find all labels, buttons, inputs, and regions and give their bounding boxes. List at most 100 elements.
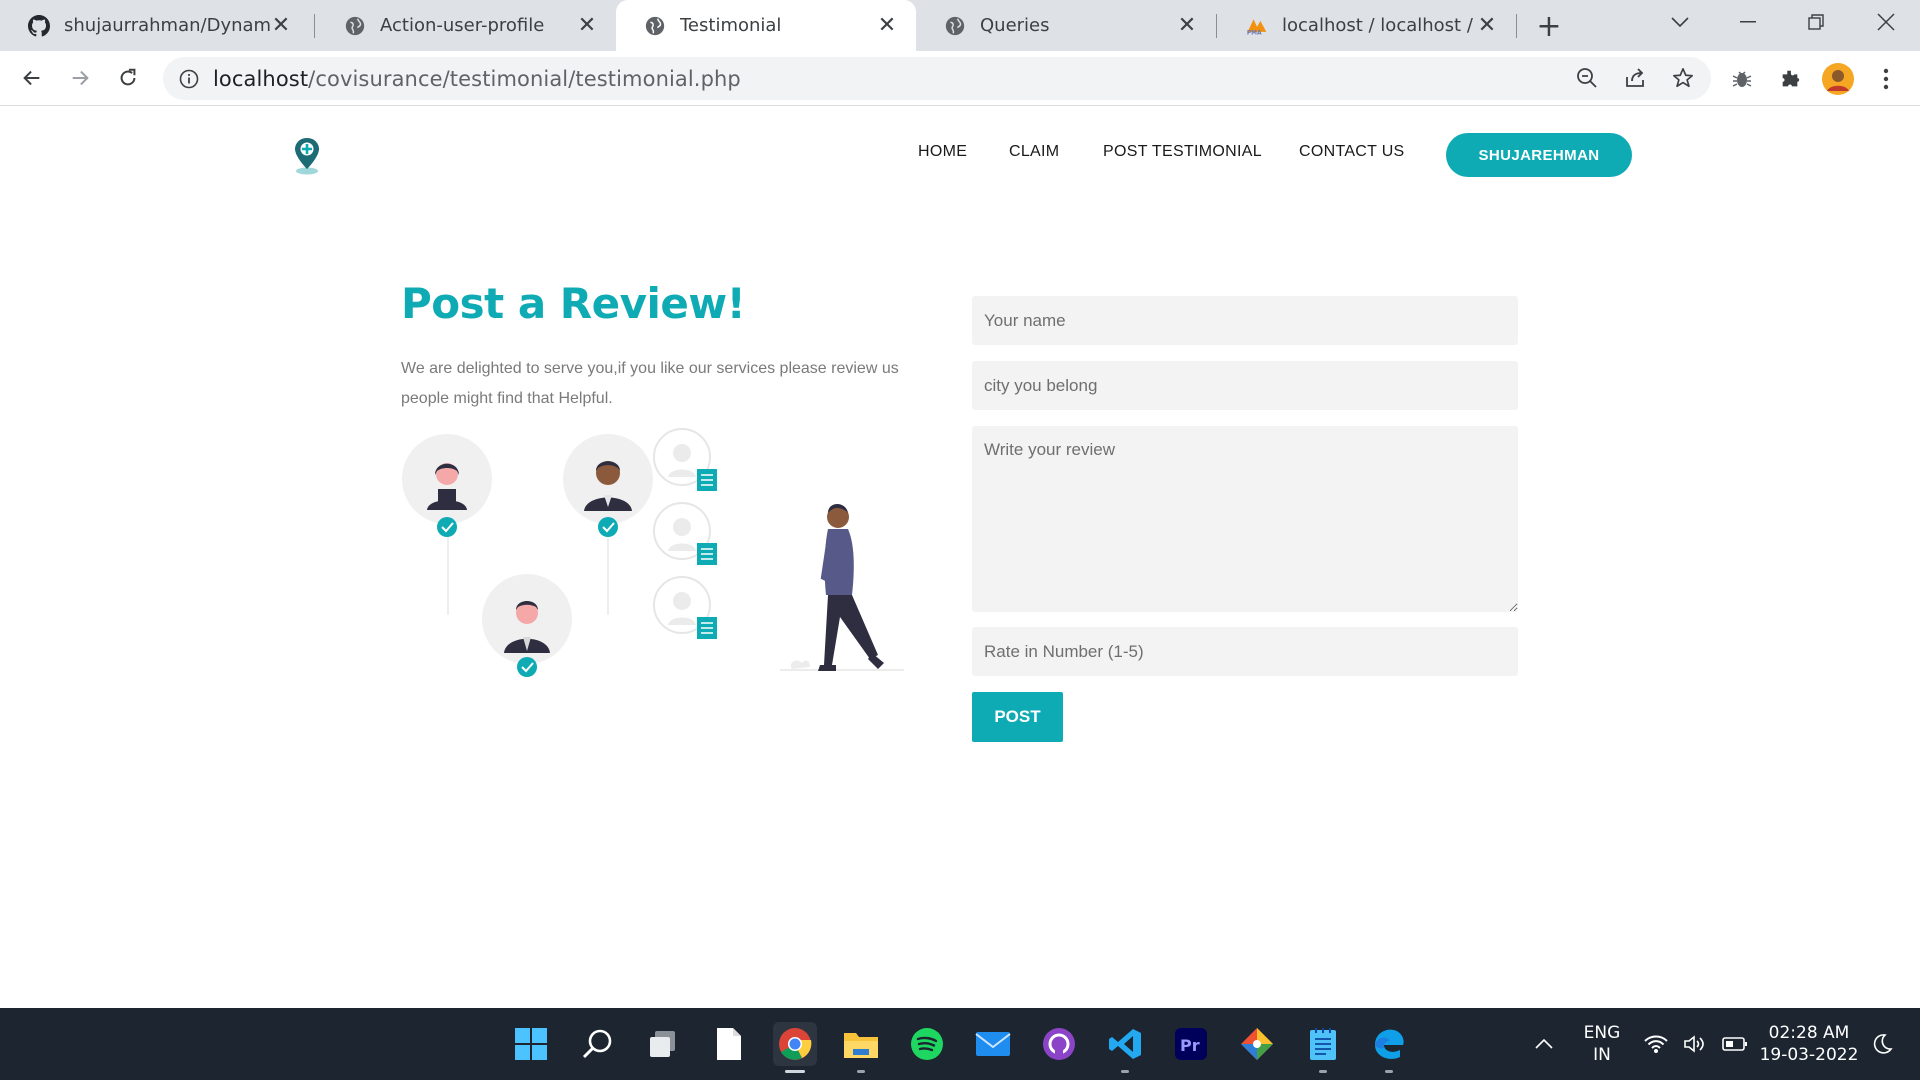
- globe-icon: [644, 15, 666, 37]
- svg-text:Pr: Pr: [1180, 1036, 1200, 1055]
- vscode-icon: [1109, 1029, 1141, 1059]
- show-hidden-icons-button[interactable]: [1522, 1022, 1566, 1066]
- tab-title: Testimonial: [680, 15, 782, 36]
- notepad-file-icon: [717, 1028, 741, 1060]
- spotify-button[interactable]: [905, 1022, 949, 1066]
- chrome-taskbar-button[interactable]: [773, 1022, 817, 1073]
- running-indicator: [857, 1070, 865, 1073]
- edge-button[interactable]: [1367, 1022, 1411, 1073]
- extension-bug-button[interactable]: [1724, 61, 1760, 97]
- close-icon[interactable]: ✕: [576, 13, 598, 38]
- close-icon[interactable]: ✕: [270, 13, 292, 38]
- start-button[interactable]: [509, 1022, 553, 1066]
- premiere-pro-button[interactable]: Pr: [1169, 1022, 1213, 1066]
- zoom-button[interactable]: [1570, 61, 1604, 95]
- notepad-file-button[interactable]: [707, 1022, 751, 1066]
- nav-claim[interactable]: CLAIM: [1009, 143, 1059, 161]
- tab-divider: [1516, 14, 1517, 38]
- url-host: localhost: [213, 66, 309, 91]
- close-window-button[interactable]: [1856, 0, 1916, 44]
- git-icon: [1241, 1028, 1273, 1060]
- github-desktop-button[interactable]: [1037, 1022, 1081, 1066]
- nav-home[interactable]: HOME: [918, 143, 967, 161]
- avatar: [1822, 63, 1854, 95]
- phpmyadmin-icon: PMA: [1246, 15, 1268, 37]
- tab-divider: [314, 14, 315, 38]
- git-button[interactable]: [1235, 1022, 1279, 1066]
- share-button[interactable]: [1618, 61, 1652, 95]
- spotify-icon: [911, 1028, 943, 1060]
- tab-testimonial[interactable]: Testimonial ✕: [616, 0, 916, 51]
- notepad-button[interactable]: [1301, 1022, 1345, 1073]
- vscode-button[interactable]: [1103, 1022, 1147, 1073]
- browser-toolbar: localhost/covisurance/testimonial/testim…: [0, 51, 1920, 106]
- tab-action-user-profile[interactable]: Action-user-profile ✕: [316, 0, 616, 51]
- forward-button[interactable]: [60, 58, 100, 98]
- nav-contact-us[interactable]: CONTACT US: [1299, 143, 1405, 161]
- tab-title: Action-user-profile: [380, 15, 545, 36]
- close-icon[interactable]: ✕: [1476, 13, 1498, 38]
- location-shield-icon: [295, 138, 319, 175]
- volume-icon: [1684, 1035, 1704, 1053]
- notepad-icon: [1310, 1028, 1336, 1060]
- minimize-icon: [1740, 21, 1756, 23]
- tab-queries[interactable]: Queries ✕: [916, 0, 1216, 51]
- start-icon: [515, 1028, 547, 1060]
- back-button[interactable]: [12, 58, 52, 98]
- profile-button[interactable]: [1820, 61, 1856, 97]
- bookmark-button[interactable]: [1666, 61, 1700, 95]
- rating-input[interactable]: [972, 627, 1518, 676]
- chevron-up-icon: [1535, 1038, 1553, 1049]
- clock[interactable]: 02:28 AM 19-03-2022: [1758, 1022, 1860, 1066]
- search-button[interactable]: [575, 1022, 619, 1066]
- restore-button[interactable]: [1786, 0, 1846, 44]
- edge-icon: [1375, 1029, 1404, 1059]
- mail-button[interactable]: [971, 1022, 1015, 1066]
- tab-phpmyadmin[interactable]: PMA localhost / localhost / cov ✕: [1218, 0, 1516, 51]
- file-explorer-icon: [844, 1033, 878, 1058]
- review-entry-2: [653, 502, 717, 565]
- star-icon: [1673, 68, 1693, 88]
- reload-button[interactable]: [108, 58, 148, 98]
- tab-title: shujaurrahman/Dynamic-I: [64, 15, 270, 36]
- github-desktop-icon: [1043, 1028, 1075, 1060]
- task-view-button[interactable]: [641, 1022, 685, 1066]
- quick-settings-button[interactable]: [1636, 1022, 1756, 1066]
- address-bar[interactable]: localhost/covisurance/testimonial/testim…: [163, 57, 1711, 100]
- globe-icon: [344, 15, 366, 37]
- close-icon[interactable]: ✕: [1176, 13, 1198, 38]
- restore-icon: [1808, 14, 1824, 30]
- tab-search-button[interactable]: [1650, 0, 1710, 44]
- chrome-menu-button[interactable]: [1868, 61, 1904, 97]
- info-icon[interactable]: [179, 69, 199, 89]
- walking-person: [780, 504, 904, 671]
- site-logo[interactable]: [293, 137, 321, 177]
- close-icon[interactable]: ✕: [876, 13, 898, 38]
- tab-github[interactable]: shujaurrahman/Dynamic-I ✕: [0, 0, 310, 51]
- minimize-button[interactable]: [1718, 0, 1778, 44]
- nav-post-testimonial[interactable]: POST TESTIMONIAL: [1103, 143, 1262, 161]
- file-explorer-button[interactable]: [839, 1022, 883, 1073]
- running-indicator: [785, 1070, 805, 1073]
- wifi-icon: [1643, 1035, 1668, 1053]
- input-language-indicator[interactable]: ENG IN: [1576, 1022, 1628, 1066]
- city-input[interactable]: [972, 361, 1518, 410]
- name-input[interactable]: [972, 296, 1518, 345]
- url-path: /covisurance/testimonial/testimonial.php: [308, 66, 741, 91]
- tab-divider: [1216, 14, 1217, 38]
- language-text: ENG: [1583, 1023, 1621, 1043]
- new-tab-button[interactable]: +: [1531, 8, 1567, 44]
- extensions-button[interactable]: [1772, 61, 1808, 97]
- user-profile-button[interactable]: SHUJAREHMAN: [1446, 133, 1632, 177]
- running-indicator: [1319, 1070, 1327, 1073]
- bug-icon: [1732, 71, 1752, 87]
- reviewer-avatar-woman: [402, 434, 492, 537]
- post-button[interactable]: POST: [972, 692, 1063, 742]
- task-view-icon: [650, 1031, 675, 1057]
- focus-assist-button[interactable]: [1862, 1022, 1902, 1066]
- chrome-icon: [779, 1028, 812, 1060]
- arrow-right-icon: [72, 70, 89, 86]
- page-description: We are delighted to serve you,if you lik…: [401, 360, 899, 407]
- windows-taskbar: Pr ENG IN 02:28 AM 19-03-2022: [0, 1008, 1920, 1080]
- review-textarea[interactable]: [972, 426, 1518, 612]
